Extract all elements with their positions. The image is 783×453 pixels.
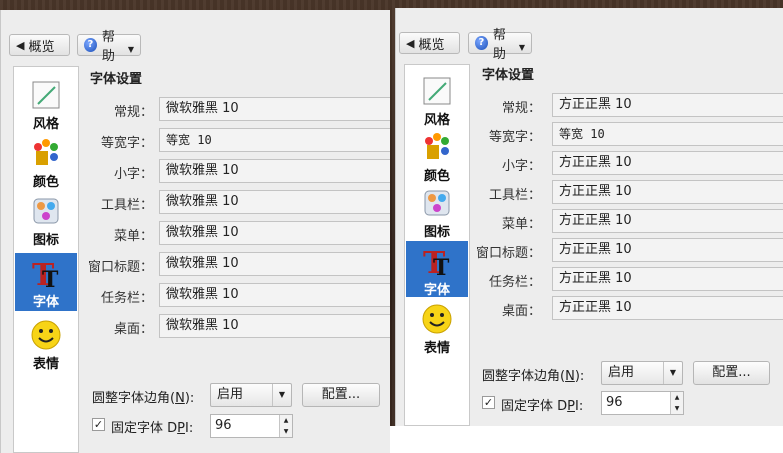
font-row-label: 窗口标题：: [475, 246, 541, 261]
section-title: 字体设置: [90, 72, 143, 87]
font-row-label: 菜单：: [113, 229, 153, 244]
font-row-value[interactable]: 微软雅黑 10: [159, 314, 390, 338]
font-row-value[interactable]: 微软雅黑 10: [159, 190, 390, 214]
dpi-label: 固定字体 DPI:: [111, 421, 194, 436]
font-row-value[interactable]: 方正正黑 10: [552, 180, 783, 204]
help-label: 帮助: [101, 30, 115, 64]
font-row-label: 常规：: [113, 105, 153, 120]
antialias-combo[interactable]: 启用 ▼: [601, 361, 683, 385]
font-row-value[interactable]: 方正正黑 10: [552, 151, 783, 175]
font-row-label: 小字：: [113, 167, 153, 182]
font-row-value[interactable]: 方正正黑 10: [552, 238, 783, 262]
font-row-value[interactable]: 微软雅黑 10: [159, 252, 390, 276]
overview-button[interactable]: ◀ 概览: [399, 32, 460, 54]
font-row-value[interactable]: 等宽 10: [552, 122, 783, 146]
help-icon: ?: [475, 36, 488, 50]
font-row-value[interactable]: 微软雅黑 10: [159, 97, 390, 121]
dpi-spinbox[interactable]: 96 ▲ ▼: [601, 391, 684, 415]
antialias-label: 圆整字体边角(N):: [92, 391, 195, 406]
dpi-value: 96: [215, 418, 232, 433]
overview-label: 概览: [418, 37, 445, 53]
font-row-label: 等宽字：: [100, 136, 153, 151]
font-row-label: 小字：: [501, 159, 541, 174]
antialias-value: 启用: [217, 387, 244, 402]
help-button[interactable]: ? 帮助 ▼: [77, 30, 141, 64]
font-row-value[interactable]: 等宽 10: [159, 128, 390, 152]
section-title: 字体设置: [482, 68, 535, 83]
font-row-label: 等宽字：: [488, 130, 541, 145]
antialias-combo[interactable]: 启用 ▼: [210, 383, 292, 407]
spin-arrows-icon[interactable]: ▲ ▼: [670, 392, 683, 414]
font-row-value[interactable]: 方正正黑 10: [552, 93, 783, 117]
font-row-value[interactable]: 方正正黑 10: [552, 296, 783, 320]
spin-arrows-icon[interactable]: ▲ ▼: [279, 415, 292, 437]
help-button[interactable]: ? 帮助 ▼: [468, 28, 532, 62]
help-label: 帮助: [492, 28, 506, 62]
font-row-label: 窗口标题：: [87, 260, 153, 275]
sidebar-item-label: 表情: [423, 341, 450, 356]
overview-label: 概览: [28, 39, 55, 55]
help-icon: ?: [84, 38, 97, 52]
dpi-checkbox[interactable]: ✓: [482, 396, 495, 409]
chevron-down-icon: ▼: [272, 384, 291, 406]
chevron-down-icon: ▼: [663, 362, 682, 384]
font-row-value[interactable]: 微软雅黑 10: [159, 221, 390, 245]
blank-area: [389, 426, 783, 453]
font-row-label: 桌面：: [501, 304, 541, 319]
chevron-down-icon: ▼: [518, 42, 525, 52]
dpi-label: 固定字体 DPI:: [501, 399, 584, 414]
overview-button[interactable]: ◀ 概览: [9, 34, 70, 56]
dpi-value: 96: [606, 395, 623, 410]
settings-panel-left: ◀ 概览 ? 帮助 ▼ 风格 颜色 图标 TT 字体 表情 字体设置 常规： 微…: [0, 10, 390, 453]
configure-button[interactable]: 配置...: [693, 361, 770, 385]
font-row-label: 任务栏：: [488, 275, 541, 290]
dpi-spinbox[interactable]: 96 ▲ ▼: [210, 414, 293, 438]
font-row-value[interactable]: 微软雅黑 10: [159, 159, 390, 183]
font-row-value[interactable]: 方正正黑 10: [552, 267, 783, 291]
antialias-value: 启用: [608, 365, 635, 380]
back-arrow-icon: ◀: [16, 38, 25, 52]
configure-button[interactable]: 配置...: [302, 383, 380, 407]
font-row-value[interactable]: 方正正黑 10: [552, 209, 783, 233]
font-row-label: 常规：: [501, 101, 541, 116]
back-arrow-icon: ◀: [406, 36, 415, 50]
font-row-label: 菜单：: [501, 217, 541, 232]
dpi-checkbox[interactable]: ✓: [92, 418, 105, 431]
font-row-label: 工具栏：: [488, 188, 541, 203]
font-row-label: 任务栏：: [100, 291, 153, 306]
antialias-label: 圆整字体边角(N):: [482, 369, 585, 384]
sidebar-item-label: 表情: [32, 357, 59, 372]
settings-panel-right: ◀ 概览 ? 帮助 ▼ 风格 颜色 图标 TT 字体 表情 字体设置 常规： 方…: [395, 8, 783, 426]
font-row-label: 工具栏：: [100, 198, 153, 213]
font-row-value[interactable]: 微软雅黑 10: [159, 283, 390, 307]
font-row-label: 桌面：: [113, 322, 153, 337]
chevron-down-icon: ▼: [127, 44, 134, 54]
